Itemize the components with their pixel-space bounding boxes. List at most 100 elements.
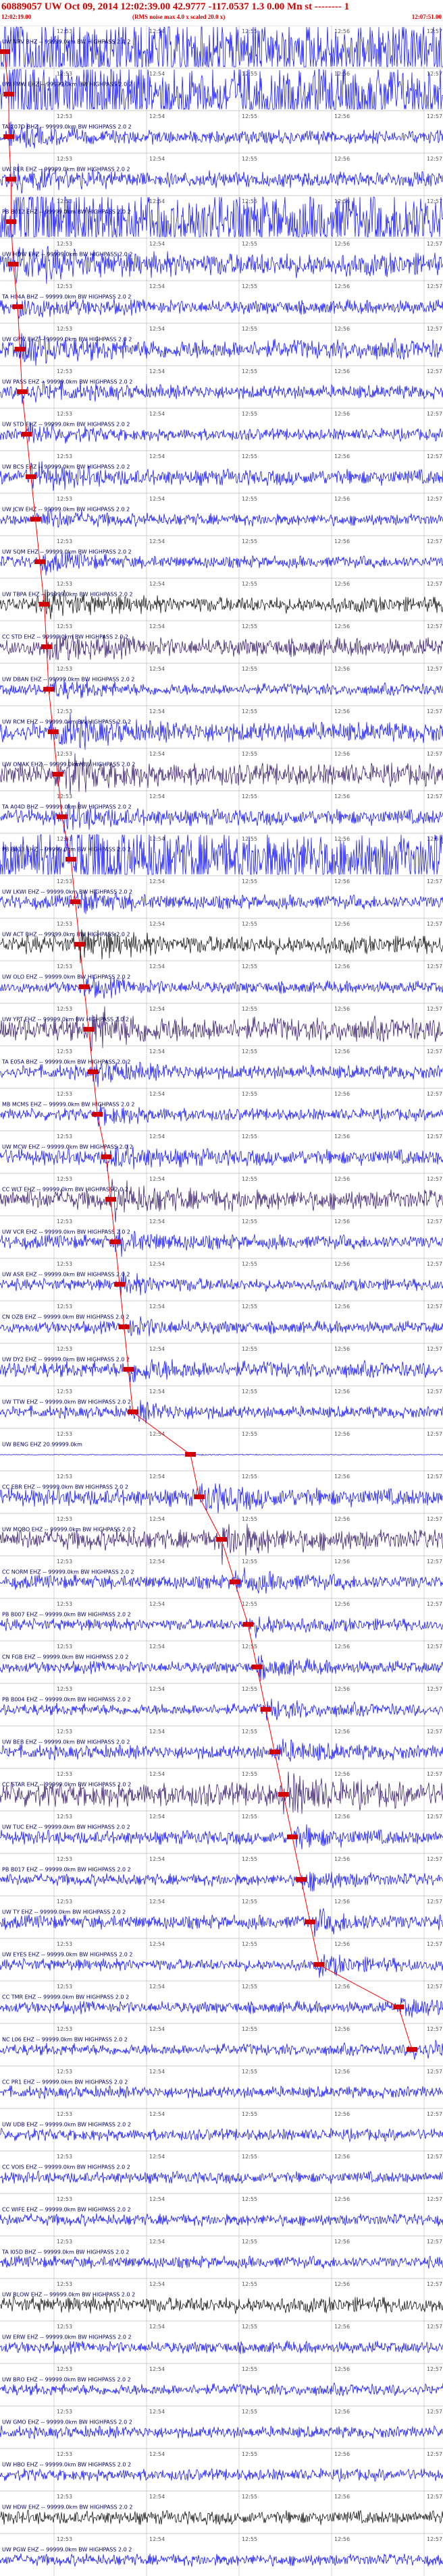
time-tick-label: 12:57 <box>427 156 442 162</box>
time-tick-label: 12:55 <box>242 1644 257 1650</box>
trace-label: TA I05D BHZ -- 99999.0km BW HIGHPASS 2.0… <box>1 2249 130 2255</box>
time-tick-label: 12:54 <box>149 623 165 629</box>
trace-label: UW NRV BHZ -- 99999.0km BW HIGHPASS 2.0 … <box>2 38 130 45</box>
time-tick-label: 12:54 <box>149 2366 165 2372</box>
time-tick-label: 12:55 <box>242 1346 257 1352</box>
time-tick-label: 12:53 <box>57 1133 72 1140</box>
trace-label: TA A04D BHZ -- 99999.0km BW HIGHPASS 2.0… <box>1 804 132 810</box>
time-tick-label: 12:57 <box>427 368 442 374</box>
trace-label: UW RER EHZ -- 99999.0km BW HIGHPASS 2.0 … <box>2 166 130 172</box>
time-tick-label: 12:53 <box>57 156 72 162</box>
time-tick-label: 12:53 <box>57 2196 72 2202</box>
time-tick-label: 12:56 <box>334 1856 350 1862</box>
time-tick-label: 12:55 <box>242 2196 257 2202</box>
time-tick-label: 12:54 <box>149 28 165 34</box>
time-tick-label: 12:54 <box>149 708 165 715</box>
time-tick-label: 12:53 <box>57 2111 72 2117</box>
time-tick-label: 12:56 <box>334 2154 350 2160</box>
time-tick-label: 12:57 <box>427 1048 442 1055</box>
time-tick-label: 12:57 <box>427 1644 442 1650</box>
time-tick-label: 12:55 <box>242 1856 257 1862</box>
time-tick-label: 12:56 <box>334 921 350 927</box>
time-tick-label: 12:54 <box>149 1984 165 1990</box>
time-tick-label: 12:55 <box>242 1474 257 1480</box>
time-tick-label: 12:54 <box>149 1686 165 1692</box>
time-tick-label: 12:54 <box>149 2451 165 2457</box>
time-tick-label: 12:57 <box>427 198 442 204</box>
time-tick-label: 12:57 <box>427 2281 442 2287</box>
time-tick-label: 12:53 <box>57 1601 72 1607</box>
time-tick-label: 12:55 <box>242 1133 257 1140</box>
time-tick-label: 12:55 <box>242 751 257 757</box>
time-tick-label: 12:55 <box>242 411 257 417</box>
time-tick-label: 12:57 <box>427 283 442 289</box>
time-tick-label: 12:55 <box>242 2111 257 2117</box>
time-tick-label: 12:56 <box>334 2536 350 2542</box>
time-tick-label: 12:53 <box>57 1091 72 1097</box>
time-tick-label: 12:54 <box>149 2281 165 2287</box>
time-tick-label: 12:56 <box>334 71 350 77</box>
plot-header: 60889057 UW Oct 09, 2014 12:02:39.00 42.… <box>0 0 443 26</box>
time-tick-label: 12:54 <box>149 878 165 885</box>
time-tick-label: 12:56 <box>334 1941 350 1947</box>
time-tick-label: 12:54 <box>149 793 165 800</box>
time-tick-label: 12:53 <box>57 1559 72 1565</box>
time-tick-label: 12:56 <box>334 28 350 34</box>
trace-label: PB B007 EHZ -- 99999.0km BW HIGHPASS 2.0… <box>2 1611 131 1617</box>
time-tick-label: 12:57 <box>427 113 442 119</box>
time-tick-label: 12:56 <box>334 113 350 119</box>
waveform-trace <box>0 298 443 319</box>
time-tick-label: 12:55 <box>242 538 257 544</box>
trace-label: UW DY2 EHZ -- 99999.0km BW HIGHPASS 2.0 … <box>2 1356 130 1362</box>
time-tick-label: 12:55 <box>242 1261 257 1267</box>
trace-label: UW PGW EHZ -- 99999.0km BW HIGHPASS 2.0 … <box>2 2546 132 2552</box>
time-tick-label: 12:53 <box>57 2281 72 2287</box>
time-tick-label: 12:53 <box>57 1048 72 1055</box>
waveform-trace <box>0 1954 443 1978</box>
time-tick-label: 12:57 <box>427 793 442 800</box>
time-tick-label: 12:55 <box>242 453 257 459</box>
time-tick-label: 12:53 <box>57 2069 72 2075</box>
trace-label: TA E05A BHZ -- 99999.0km BW HIGHPASS 2.0… <box>1 1059 131 1065</box>
time-tick-label: 12:55 <box>242 1814 257 1820</box>
time-tick-label: 12:54 <box>149 2239 165 2245</box>
time-tick-label: 12:56 <box>334 2111 350 2117</box>
time-tick-label: 12:54 <box>149 2196 165 2202</box>
time-tick-label: 12:54 <box>149 2494 165 2500</box>
time-tick-label: 12:55 <box>242 2536 257 2542</box>
time-tick-label: 12:53 <box>57 241 72 247</box>
time-tick-label: 12:55 <box>242 878 257 885</box>
time-tick-label: 12:55 <box>242 1941 257 1947</box>
time-tick-label: 12:55 <box>242 1389 257 1395</box>
time-tick-label: 12:54 <box>149 368 165 374</box>
time-tick-label: 12:53 <box>57 666 72 672</box>
time-tick-label: 12:53 <box>57 2239 72 2245</box>
time-tick-label: 12:57 <box>427 1814 442 1820</box>
time-tick-label: 12:55 <box>242 1559 257 1565</box>
time-tick-label: 12:56 <box>334 1771 350 1777</box>
time-tick-label: 12:55 <box>242 1431 257 1437</box>
trace-label: CC EBR EHZ -- 99999.0km BW HIGHPASS 2.0 … <box>2 1484 128 1490</box>
time-tick-label: 12:57 <box>427 1133 442 1140</box>
time-tick-label: 12:55 <box>242 666 257 672</box>
trace-label: UW TUC EHZ -- 99999.0km BW HIGHPASS 2.0 … <box>2 1824 130 1830</box>
time-tick-label: 12:57 <box>427 2324 442 2330</box>
time-tick-label: 12:56 <box>334 2239 350 2245</box>
time-tick-label: 12:56 <box>334 2494 350 2500</box>
time-tick-label: 12:53 <box>57 1984 72 1990</box>
time-tick-label: 12:53 <box>57 623 72 629</box>
trace-label: UW ASR EHZ -- 99999.0km BW HIGHPASS 2.0 … <box>2 1271 130 1277</box>
time-tick-label: 12:53 <box>57 28 72 34</box>
trace-label: UW TTW EHZ -- 99999.0km BW HIGHPASS 2.0 … <box>2 1399 131 1405</box>
time-tick-label: 12:55 <box>242 1006 257 1012</box>
time-tick-label: 12:56 <box>334 1984 350 1990</box>
time-tick-label: 12:57 <box>427 963 442 970</box>
time-tick-label: 12:54 <box>149 1091 165 1097</box>
time-tick-label: 12:53 <box>57 2409 72 2415</box>
time-tick-label: 12:53 <box>57 326 72 332</box>
time-tick-label: 12:56 <box>334 1601 350 1607</box>
time-tick-label: 12:55 <box>242 921 257 927</box>
time-tick-label: 12:55 <box>242 963 257 970</box>
time-tick-label: 12:53 <box>57 963 72 970</box>
time-tick-label: 12:53 <box>57 1644 72 1650</box>
